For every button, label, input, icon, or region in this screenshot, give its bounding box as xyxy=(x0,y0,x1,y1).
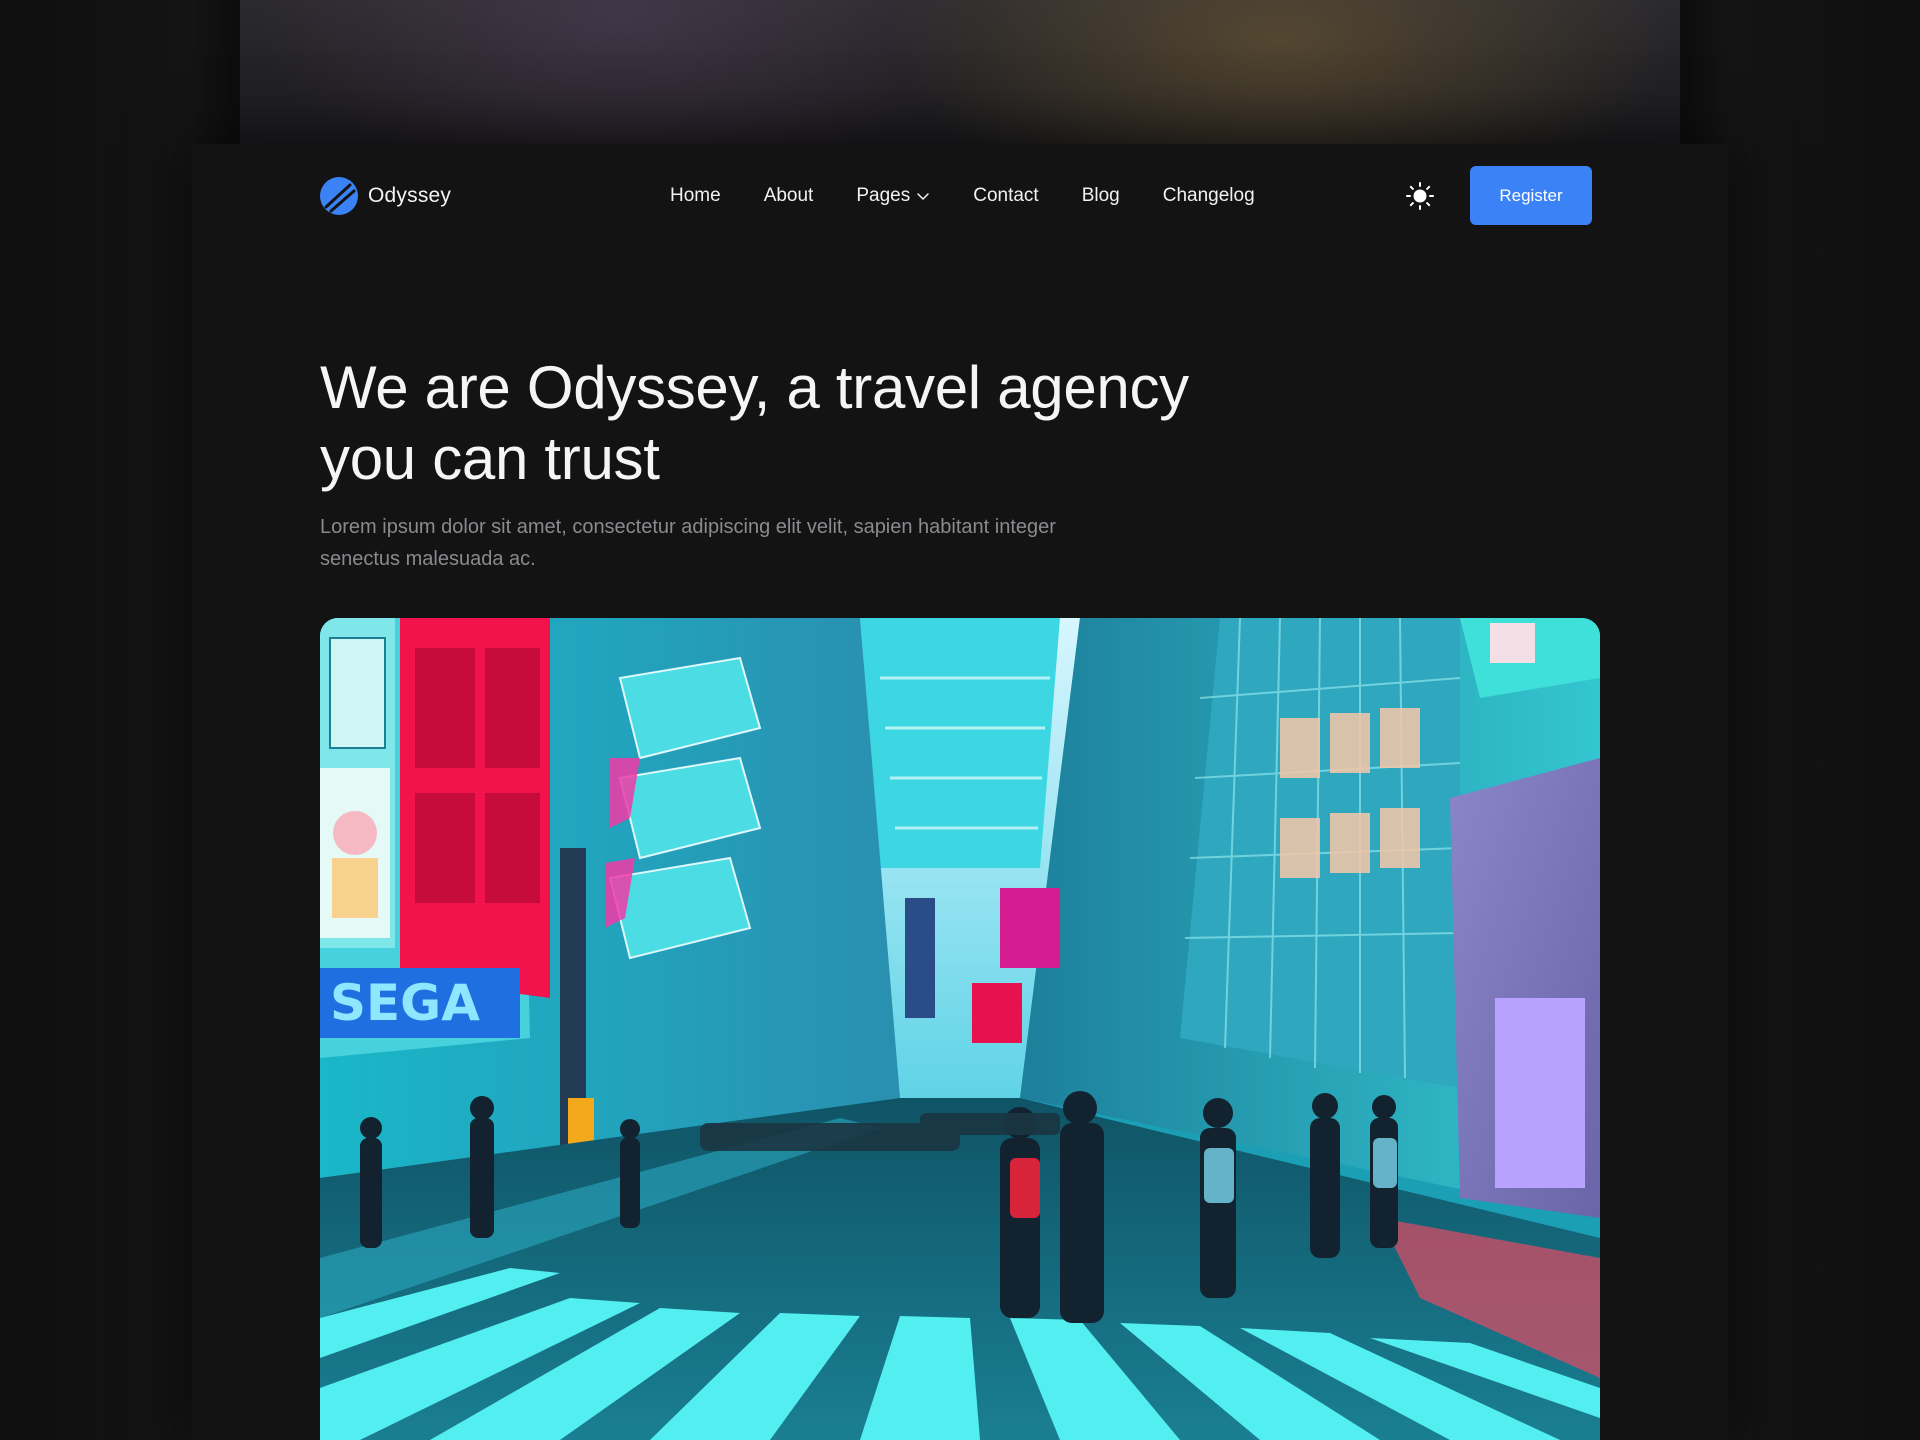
nav-item-blog[interactable]: Blog xyxy=(1082,185,1120,207)
odyssey-logo-icon xyxy=(320,177,358,215)
city-street-photo: SEGA xyxy=(320,618,1600,1440)
hero-image: SEGA xyxy=(320,618,1600,1440)
sun-icon xyxy=(1406,182,1434,210)
chevron-down-icon xyxy=(917,193,929,200)
hero-subtitle: Lorem ipsum dolor sit amet, consectetur … xyxy=(320,516,1056,570)
top-navigation: Odyssey Home About Pages Contact Blog Ch… xyxy=(320,166,1600,226)
nav-item-contact[interactable]: Contact xyxy=(973,185,1038,207)
main-menu: Home About Pages Contact Blog Changelog xyxy=(670,166,1255,226)
theme-toggle-button[interactable] xyxy=(1405,181,1435,211)
site-frame: Odyssey Home About Pages Contact Blog Ch… xyxy=(192,144,1728,1440)
brand-name: Odyssey xyxy=(368,184,452,207)
nav-item-about[interactable]: About xyxy=(764,185,814,207)
nav-item-home[interactable]: Home xyxy=(670,185,721,207)
brand-logo[interactable]: Odyssey xyxy=(320,177,451,215)
nav-item-changelog[interactable]: Changelog xyxy=(1163,185,1255,207)
register-button[interactable]: Register xyxy=(1470,166,1592,225)
nav-item-pages[interactable]: Pages xyxy=(856,185,930,207)
hero-title: We are Odyssey, a travel agency you can … xyxy=(320,354,1189,492)
svg-text:SEGA: SEGA xyxy=(330,974,480,1032)
nav-item-pages-label: Pages xyxy=(856,185,911,206)
